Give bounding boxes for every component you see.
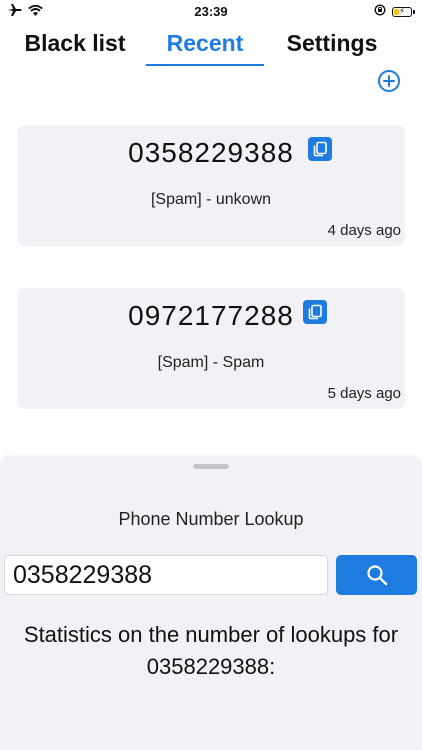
rotation-lock-icon bbox=[374, 4, 386, 19]
copy-button[interactable] bbox=[303, 300, 327, 324]
spam-label: [Spam] - unkown bbox=[150, 191, 272, 208]
phone-number: 0358229388 bbox=[128, 137, 294, 168]
time-ago: 4 days ago bbox=[327, 222, 401, 239]
time-ago: 5 days ago bbox=[327, 385, 401, 402]
lookup-sheet: Phone Number Lookup Statistics on the nu… bbox=[0, 457, 422, 750]
copy-icon bbox=[313, 141, 327, 157]
tab-black-list[interactable]: Black list bbox=[8, 28, 142, 64]
copy-icon bbox=[308, 304, 322, 320]
charging-bolt-icon: ⚡ bbox=[398, 5, 406, 16]
status-time: 23:39 bbox=[194, 4, 228, 19]
search-icon bbox=[366, 565, 387, 586]
spam-label: [Spam] - Spam bbox=[157, 354, 265, 371]
battery-icon: ⚡ bbox=[392, 5, 415, 17]
phone-number: 0972177288 bbox=[128, 300, 294, 331]
recent-card[interactable]: 0972177288 [Spam] - Spam 5 days ago bbox=[17, 288, 405, 409]
tab-bar: Black list Recent Settings bbox=[0, 28, 422, 68]
status-right: ⚡ bbox=[374, 4, 415, 19]
plus-circle-icon bbox=[383, 75, 395, 87]
status-bar: 23:39 ⚡ bbox=[0, 0, 422, 22]
recent-card[interactable]: 0358229388 [Spam] - unkown 4 days ago bbox=[17, 125, 405, 246]
phone-lookup-input[interactable] bbox=[4, 555, 328, 595]
lookup-statistics-text: Statistics on the number of lookups for … bbox=[23, 622, 399, 679]
lookup-title: Phone Number Lookup bbox=[118, 509, 304, 529]
sheet-drag-handle[interactable] bbox=[193, 464, 229, 469]
copy-button[interactable] bbox=[308, 137, 332, 161]
tab-recent[interactable]: Recent bbox=[146, 28, 264, 66]
search-button[interactable] bbox=[336, 555, 417, 595]
add-button[interactable] bbox=[378, 70, 400, 92]
tab-settings[interactable]: Settings bbox=[274, 28, 390, 64]
